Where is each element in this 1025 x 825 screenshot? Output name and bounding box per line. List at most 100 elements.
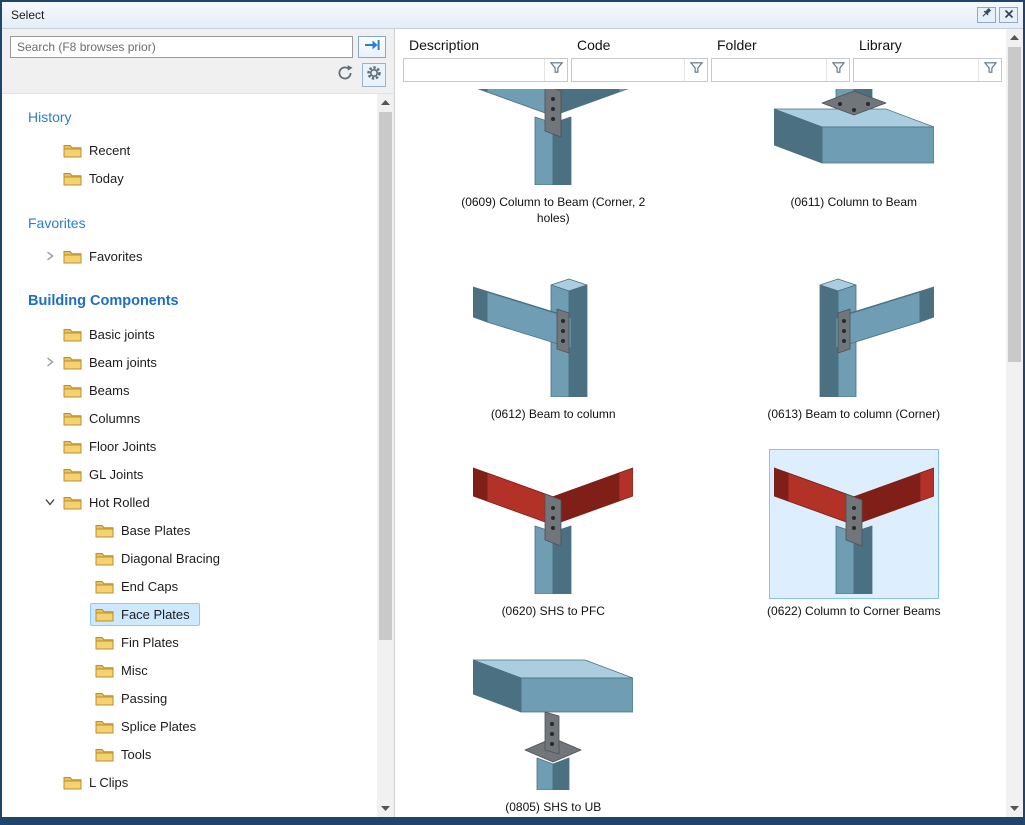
tree-item-box[interactable]: Passing [90,687,177,710]
grid-scrollbar[interactable] [1006,29,1023,817]
settings-button[interactable] [362,63,386,87]
tree-item-box[interactable]: Beam joints [58,351,167,374]
component-card-0805-shs-t[interactable]: (0805) SHS to UB [468,645,638,816]
filter-cell-folder[interactable] [711,58,850,82]
right-panel: Description Code Folder Library (0609) C… [395,29,1023,817]
tree-item-box[interactable]: Columns [58,407,150,430]
component-thumbnail[interactable] [468,252,638,402]
scrollbar-thumb[interactable] [379,112,392,640]
joint-render [774,88,934,185]
component-thumbnail[interactable] [769,88,939,190]
tree-item-box[interactable]: Today [58,167,134,190]
tree-item-tools[interactable]: Tools [14,740,377,768]
column-header-folder[interactable]: Folder [711,35,853,57]
component-thumbnail[interactable] [769,252,939,402]
column-header-code[interactable]: Code [571,35,711,57]
tree-item-box[interactable]: Fin Plates [90,631,189,654]
column-header-description[interactable]: Description [403,35,571,57]
filter-button[interactable] [544,59,567,81]
tree-item-box[interactable]: L Clips [58,771,138,794]
component-thumbnail[interactable] [468,88,638,190]
tree-item-fin-plates[interactable]: Fin Plates [14,628,377,656]
tree-item-today[interactable]: Today [14,164,377,192]
tree-section-history: History [14,104,377,130]
tree-item-columns[interactable]: Columns [14,404,377,432]
tree-item-label: Favorites [89,249,142,264]
tree-item-passing[interactable]: Passing [14,684,377,712]
component-card-0613-beam[interactable]: (0613) Beam to column (Corner) [767,252,940,423]
section-label: Building Components [28,293,179,309]
tree-item-label: Recent [89,143,130,158]
search-input[interactable] [10,36,353,58]
scroll-up-button[interactable] [1006,29,1023,46]
filter-cell-library[interactable] [853,58,1002,82]
tree-item-box[interactable]: Hot Rolled [58,491,160,514]
tree-area: HistoryRecentTodayFavoritesFavoritesBuil… [2,94,394,817]
tree-item-box[interactable]: Recent [58,139,140,162]
component-caption: (0622) Column to Corner Beams [767,604,940,620]
chevron-right-icon[interactable] [42,248,58,264]
tree-scrollbar[interactable] [377,94,394,817]
search-submit-button[interactable] [358,36,386,58]
component-card-0620-shs-t[interactable]: (0620) SHS to PFC [468,449,638,620]
tree-item-box[interactable]: Floor Joints [58,435,166,458]
tree-item-recent[interactable]: Recent [14,136,377,164]
scroll-up-button[interactable] [377,94,394,111]
tree-item-hot-rolled[interactable]: Hot Rolled [14,488,377,516]
tree-item-beam-joints[interactable]: Beam joints [14,348,377,376]
component-caption: (0611) Column to Beam [790,195,917,211]
tree-item-l-clips[interactable]: L Clips [14,768,377,796]
tree-item-box[interactable]: Misc [90,659,158,682]
titlebar[interactable]: Select [2,2,1023,29]
tree-item-box[interactable]: Basic joints [58,323,165,346]
component-card-0611-colum[interactable]: (0611) Column to Beam [769,88,939,226]
tree-item-box[interactable]: Base Plates [90,519,200,542]
tree-item-box[interactable]: GL Joints [58,463,153,486]
tree-item-box[interactable]: Favorites [58,245,152,268]
chevron-right-icon[interactable] [42,354,58,370]
tree-item-box[interactable]: Diagonal Bracing [90,547,230,570]
tree-item-basic-joints[interactable]: Basic joints [14,320,377,348]
scroll-down-button[interactable] [1006,800,1023,817]
filter-cell-code[interactable] [571,58,708,82]
filter-button[interactable] [978,59,1001,81]
close-button[interactable] [999,7,1018,23]
filter-button[interactable] [684,59,707,81]
tree-item-base-plates[interactable]: Base Plates [14,516,377,544]
component-card-0612-beam[interactable]: (0612) Beam to column [468,252,638,423]
tree-item-beams[interactable]: Beams [14,376,377,404]
joint-render [473,257,633,397]
filter-button[interactable] [826,59,849,81]
component-thumbnail[interactable] [468,449,638,599]
tree-item-end-caps[interactable]: End Caps [14,572,377,600]
chevron-down-icon[interactable] [42,494,58,510]
filter-cell-description[interactable] [403,58,568,82]
search-toolbar [2,29,394,94]
tree-item-box[interactable]: Tools [90,743,161,766]
component-card-0622-colum[interactable]: (0622) Column to Corner Beams [767,449,940,620]
scrollbar-thumb[interactable] [1008,47,1021,362]
tree-item-box[interactable]: End Caps [90,575,188,598]
column-header-library[interactable]: Library [853,35,1004,57]
component-thumbnail[interactable] [468,645,638,795]
tree-item-splice-plates[interactable]: Splice Plates [14,712,377,740]
pin-button[interactable] [977,7,996,23]
tree-item-box[interactable]: Splice Plates [90,715,206,738]
tree-item-misc[interactable]: Misc [14,656,377,684]
scroll-down-button[interactable] [377,800,394,817]
tree-item-favorites[interactable]: Favorites [14,242,377,270]
tree-item-label: Fin Plates [121,635,179,650]
tree-item-box[interactable]: Beams [58,379,139,402]
component-card-0609-colum[interactable]: (0609) Column to Beam (Corner, 2 holes) [451,88,656,226]
section-label: History [28,109,72,125]
tree-item-box[interactable]: Face Plates [90,603,200,626]
folder-icon [95,551,114,566]
tree-item-gl-joints[interactable]: GL Joints [14,460,377,488]
refresh-button[interactable] [333,63,357,87]
tree-item-diagonal-bracing[interactable]: Diagonal Bracing [14,544,377,572]
tree-item-face-plates[interactable]: Face Plates [14,600,377,628]
filter-row [403,58,1004,82]
triangle-up-icon [1010,35,1019,40]
component-thumbnail[interactable] [769,449,939,599]
tree-item-floor-joints[interactable]: Floor Joints [14,432,377,460]
